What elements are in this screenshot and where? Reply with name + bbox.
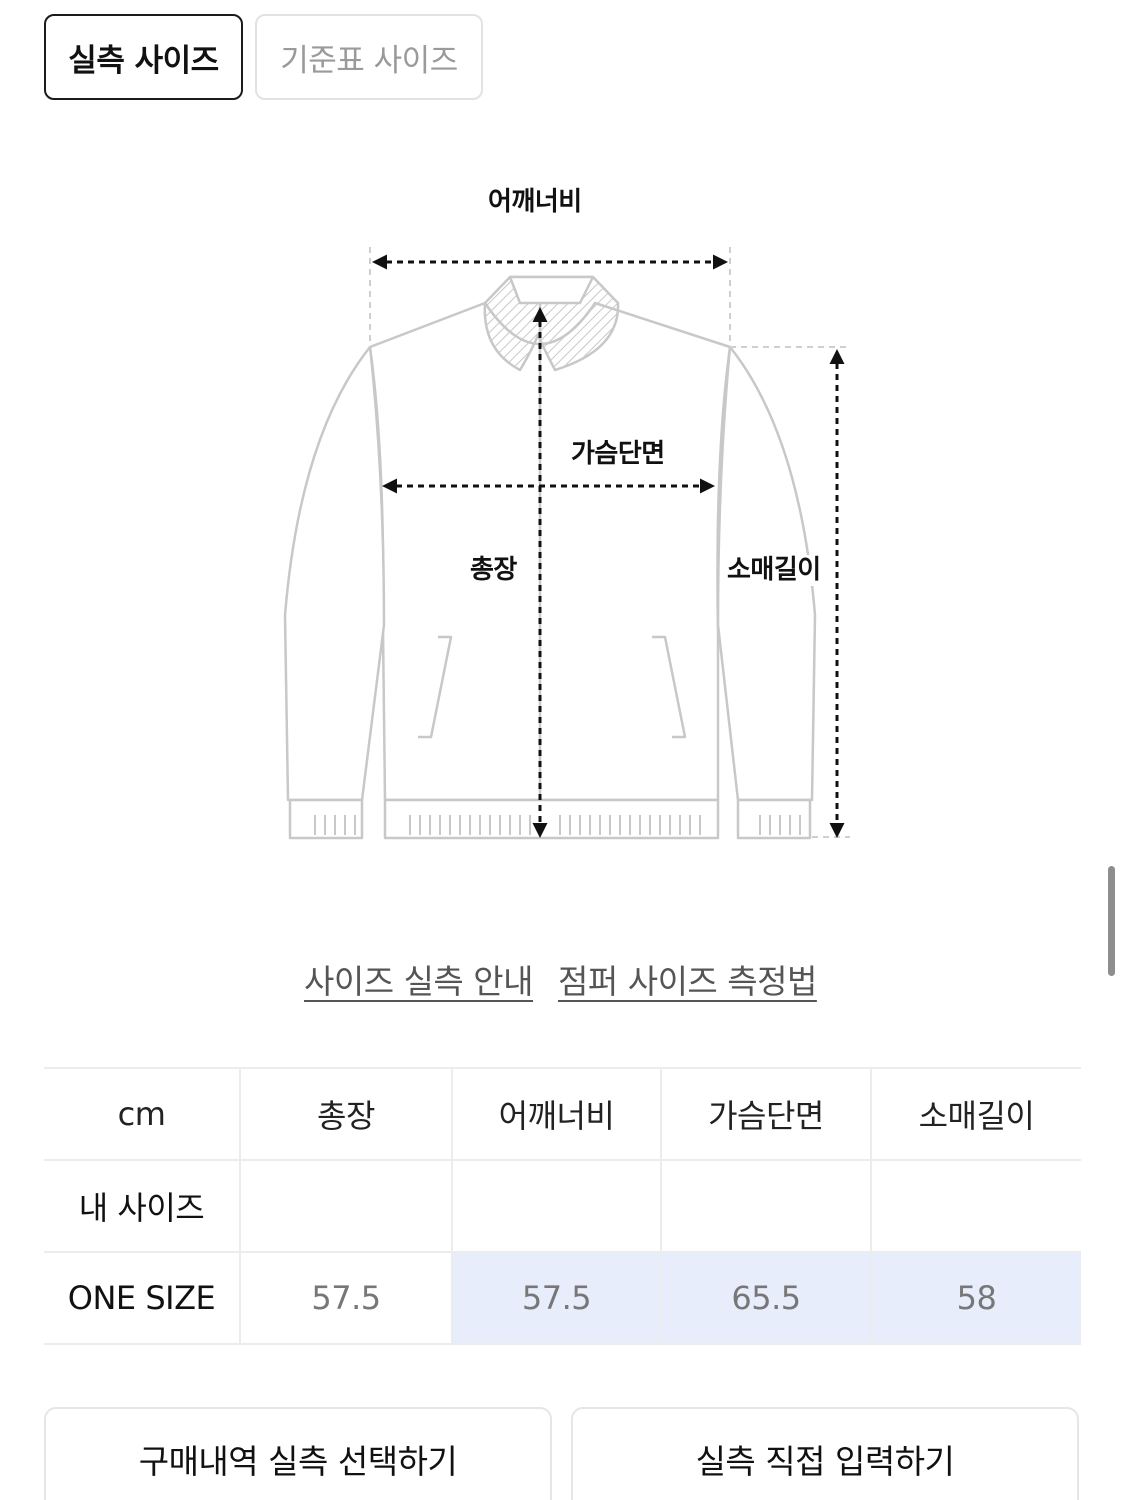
value-chest: 65.5: [660, 1251, 871, 1345]
table-row: ONE SIZE 57.5 57.5 65.5 58: [44, 1251, 1081, 1345]
sleeve-length-label: 소매길이: [727, 555, 821, 587]
table-header-row: cm 총장 어깨너비 가슴단면 소매길이: [44, 1067, 1081, 1161]
jacket-illustration: [283, 247, 850, 840]
value-total-length: 57.5: [239, 1251, 452, 1345]
total-length-label: 총장: [470, 555, 517, 587]
header-chest: 가슴단면: [660, 1067, 871, 1161]
size-guide-link[interactable]: 사이즈 실측 안내: [304, 955, 534, 1003]
jacket-measurement-diagram: 어깨너비 가슴단면 총장 소매길이: [270, 175, 870, 865]
my-size-cell[interactable]: [451, 1159, 661, 1253]
jumper-measure-link[interactable]: 점퍼 사이즈 측정법: [558, 955, 817, 1003]
my-size-cell[interactable]: [870, 1159, 1081, 1253]
value-shoulder: 57.5: [451, 1251, 661, 1345]
header-unit: cm: [44, 1067, 240, 1161]
my-size-row[interactable]: 내 사이즈: [44, 1159, 1081, 1253]
chest-width-label: 가슴단면: [571, 439, 665, 471]
header-total-length: 총장: [239, 1067, 452, 1161]
select-from-purchase-button[interactable]: 구매내역 실측 선택하기: [44, 1407, 552, 1500]
header-sleeve: 소매길이: [870, 1067, 1081, 1161]
shoulder-width-label: 어깨너비: [488, 187, 582, 219]
my-size-cell[interactable]: [239, 1159, 452, 1253]
manual-input-button[interactable]: 실측 직접 입력하기: [571, 1407, 1079, 1500]
tab-actual-size[interactable]: 실측 사이즈: [44, 14, 243, 100]
value-sleeve: 58: [870, 1251, 1081, 1345]
size-table: cm 총장 어깨너비 가슴단면 소매길이 내 사이즈 ONE SIZE 57.5…: [44, 1067, 1081, 1345]
size-name: ONE SIZE: [44, 1251, 240, 1345]
my-size-cell[interactable]: [660, 1159, 871, 1253]
size-page: 실측 사이즈 기준표 사이즈 어깨너비 가슴단면 총장 소매길이 사이즈 실측 …: [0, 0, 1124, 1500]
my-size-label: 내 사이즈: [44, 1159, 240, 1253]
header-shoulder: 어깨너비: [451, 1067, 661, 1161]
tab-standard-size[interactable]: 기준표 사이즈: [255, 14, 483, 100]
scrollbar[interactable]: [1108, 866, 1115, 976]
